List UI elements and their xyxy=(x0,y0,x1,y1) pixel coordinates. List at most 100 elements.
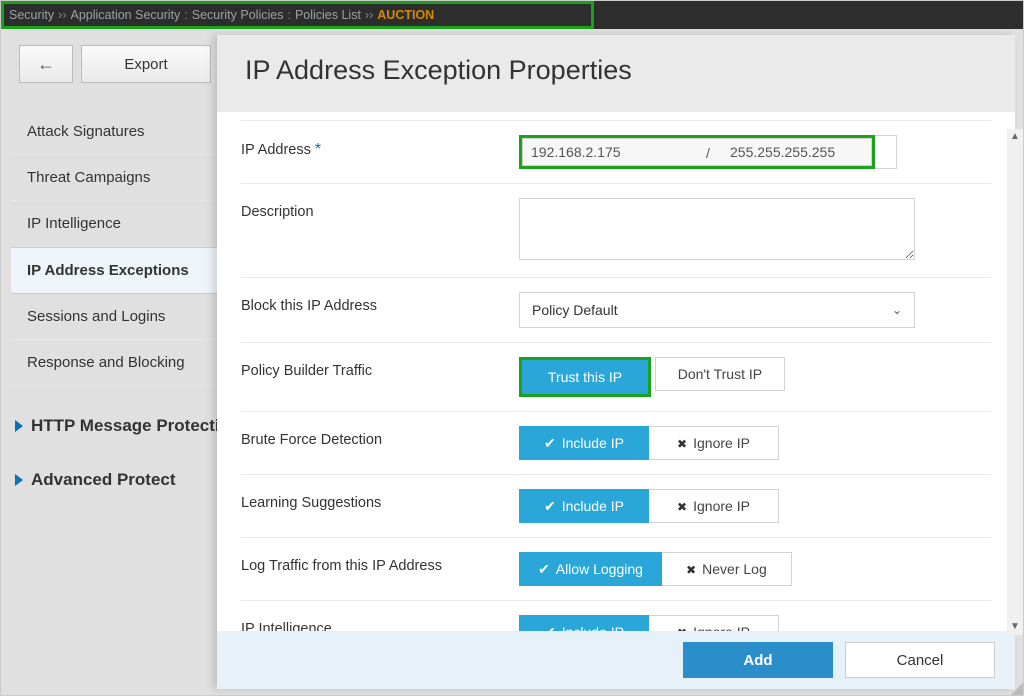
dialog-footer: Add Cancel xyxy=(217,631,1015,689)
block-ip-select[interactable]: Policy Default ⌄ xyxy=(519,292,915,328)
crumb-policy[interactable]: AUCTION xyxy=(377,8,434,22)
ipi-include-option[interactable]: Include IP xyxy=(519,615,649,631)
dialog-scrollbar[interactable]: ▲ ▼ xyxy=(1007,129,1023,635)
opt-label: Trust this IP xyxy=(548,369,622,385)
sidebar-section-http-message[interactable]: HTTP Message Protection xyxy=(11,412,251,440)
check-icon xyxy=(538,561,556,578)
row-learning-suggestions: Learning Suggestions Include IP Ignore I… xyxy=(241,475,991,538)
sidebar-item-ip-address-exceptions[interactable]: IP Address Exceptions xyxy=(11,247,251,294)
breadcrumb-bar: Security ›› Application Security : Secur… xyxy=(1,1,1023,29)
opt-label: Ignore IP xyxy=(693,624,750,631)
ip-input-group: / xyxy=(519,135,875,169)
sidebar-item-label: Attack Signatures xyxy=(27,123,145,140)
dialog-body: IP Address * / Description Block this IP… xyxy=(217,112,1015,631)
description-textarea[interactable] xyxy=(519,198,915,260)
log-never-option[interactable]: Never Log xyxy=(662,552,792,586)
ipi-ignore-option[interactable]: Ignore IP xyxy=(649,615,779,631)
sidebar-item-label: IP Intelligence xyxy=(27,215,121,232)
x-icon xyxy=(677,624,693,631)
label-block-ip: Block this IP Address xyxy=(241,292,519,328)
check-icon xyxy=(544,624,562,632)
label-ip-address: IP Address * xyxy=(241,135,519,169)
sidebar-item-attack-signatures[interactable]: Attack Signatures xyxy=(11,109,251,155)
opt-label: Allow Logging xyxy=(556,561,643,577)
pbt-highlight: Trust this IP xyxy=(519,357,651,397)
crumb-colon: : xyxy=(184,8,187,22)
check-icon xyxy=(544,498,562,515)
crumb-pollist[interactable]: Policies List xyxy=(295,8,361,22)
row-ip-address: IP Address * / xyxy=(241,120,991,184)
crumb-appsec[interactable]: Application Security xyxy=(70,8,180,22)
pbt-dont-trust-option[interactable]: Don't Trust IP xyxy=(655,357,785,391)
check-icon xyxy=(544,435,562,452)
scroll-up-arrow-icon[interactable]: ▲ xyxy=(1007,129,1023,145)
sidebar-item-ip-intelligence[interactable]: IP Intelligence xyxy=(11,201,251,247)
ls-include-option[interactable]: Include IP xyxy=(519,489,649,523)
cancel-button[interactable]: Cancel xyxy=(845,642,995,678)
label-ls: Learning Suggestions xyxy=(241,489,519,523)
row-block-ip: Block this IP Address Policy Default ⌄ xyxy=(241,278,991,343)
chevron-down-icon: ⌄ xyxy=(892,303,902,317)
sidebar-item-threat-campaigns[interactable]: Threat Campaigns xyxy=(11,155,251,201)
add-button[interactable]: Add xyxy=(683,642,833,678)
export-button[interactable]: Export xyxy=(81,45,211,83)
sidebar-item-label: Threat Campaigns xyxy=(27,169,150,186)
label-bfd: Brute Force Detection xyxy=(241,426,519,460)
opt-label: Don't Trust IP xyxy=(678,366,762,382)
sidebar: Attack Signatures Threat Campaigns IP In… xyxy=(11,109,251,494)
crumb-colon2: : xyxy=(287,8,290,22)
sidebar-section-advanced-protect[interactable]: Advanced Protect xyxy=(11,466,251,494)
row-policy-builder-traffic: Policy Builder Traffic Trust this IP Don… xyxy=(241,343,991,412)
row-ip-intelligence: IP Intelligence Include IP Ignore IP xyxy=(241,601,991,631)
sidebar-item-label: Response and Blocking xyxy=(27,354,185,371)
opt-label: Ignore IP xyxy=(693,498,750,514)
crumb-secpol[interactable]: Security Policies xyxy=(192,8,284,22)
ls-ignore-option[interactable]: Ignore IP xyxy=(649,489,779,523)
crumb-security[interactable]: Security xyxy=(9,8,54,22)
dialog-title: IP Address Exception Properties xyxy=(217,35,1015,112)
ip-address-input[interactable] xyxy=(522,138,694,166)
label-log: Log Traffic from this IP Address xyxy=(241,552,519,586)
x-icon xyxy=(677,435,693,451)
caret-right-icon xyxy=(15,420,23,432)
label-pbt: Policy Builder Traffic xyxy=(241,357,519,397)
opt-label: Include IP xyxy=(562,498,624,514)
opt-label: Include IP xyxy=(562,624,624,631)
ip-mask-input[interactable] xyxy=(722,138,872,166)
x-icon xyxy=(686,561,702,577)
bfd-ignore-option[interactable]: Ignore IP xyxy=(649,426,779,460)
export-label: Export xyxy=(124,56,167,73)
bfd-include-option[interactable]: Include IP xyxy=(519,426,649,460)
back-button[interactable]: ← xyxy=(19,45,73,83)
button-label: Add xyxy=(743,652,772,669)
scroll-down-arrow-icon[interactable]: ▼ xyxy=(1007,619,1023,635)
ip-mask-separator: / xyxy=(694,138,722,166)
row-description: Description xyxy=(241,184,991,278)
sidebar-item-label: IP Address Exceptions xyxy=(27,262,189,279)
ip-mask-extra xyxy=(875,135,897,169)
pbt-trust-option[interactable]: Trust this IP xyxy=(522,360,648,394)
page-toolbar: ← Export xyxy=(19,45,211,83)
row-log-traffic: Log Traffic from this IP Address Allow L… xyxy=(241,538,991,601)
sidebar-section-label: HTTP Message Protection xyxy=(31,416,240,436)
sidebar-item-sessions-logins[interactable]: Sessions and Logins xyxy=(11,294,251,340)
resize-corner-icon[interactable] xyxy=(1011,683,1023,695)
dialog-ip-exception: IP Address Exception Properties IP Addre… xyxy=(217,35,1015,689)
x-icon xyxy=(677,498,693,514)
button-label: Cancel xyxy=(897,652,944,669)
row-brute-force: Brute Force Detection Include IP Ignore … xyxy=(241,412,991,475)
label-ipi: IP Intelligence xyxy=(241,615,519,631)
label-text: IP Address xyxy=(241,142,311,158)
required-asterisk-icon: * xyxy=(315,141,321,158)
log-allow-option[interactable]: Allow Logging xyxy=(519,552,662,586)
label-description: Description xyxy=(241,198,519,263)
select-value: Policy Default xyxy=(532,302,618,318)
caret-right-icon xyxy=(15,474,23,486)
sidebar-item-response-blocking[interactable]: Response and Blocking xyxy=(11,340,251,386)
sidebar-item-label: Sessions and Logins xyxy=(27,308,165,325)
opt-label: Never Log xyxy=(702,561,767,577)
crumb-sep2: ›› xyxy=(365,8,373,22)
opt-label: Include IP xyxy=(562,435,624,451)
back-arrow-icon: ← xyxy=(37,54,55,75)
sidebar-section-label: Advanced Protect xyxy=(31,470,176,490)
